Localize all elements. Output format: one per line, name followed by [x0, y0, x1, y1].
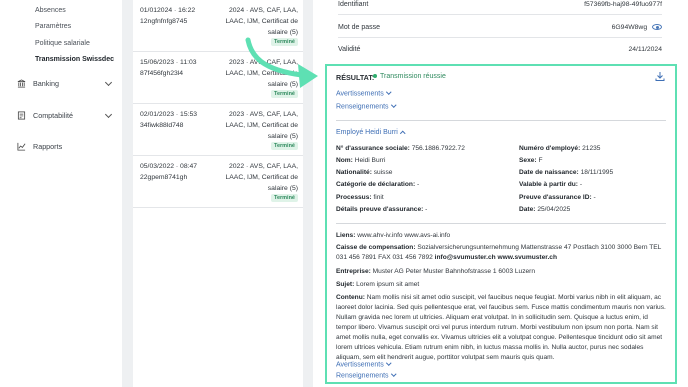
identifiant-value: f57369fb-haj98-49fuo977f — [584, 1, 662, 8]
field-processus: Processus: finit — [336, 194, 384, 201]
list-item-description: 2022 · AVS, CAF, LAA, LAAC, IJM, Certifi… — [225, 163, 298, 192]
status-badge: Terminé — [271, 142, 298, 150]
status-badge: Terminé — [271, 194, 298, 202]
list-item-id: 12ngfnfnfg8745 — [140, 18, 188, 25]
status-dot-icon — [373, 74, 377, 79]
field-categorie: Catégorie de déclaration: - — [336, 181, 420, 188]
sidebar-item-politique-salariale[interactable]: Politique salariale — [35, 40, 90, 47]
warnings-label: Avertissements — [336, 90, 384, 98]
divider — [336, 120, 666, 121]
validity-value: 24/11/2024 — [628, 46, 662, 53]
sujet-row: Sujet: Lorem ipsum sit amet — [336, 281, 420, 288]
ledger-icon — [17, 111, 26, 120]
divider — [338, 14, 662, 15]
result-status: Transmission réussie — [373, 73, 446, 80]
eye-icon[interactable] — [652, 24, 662, 31]
validity-label: Validité — [338, 46, 361, 53]
annotation-arrow-icon — [245, 37, 318, 88]
sidebar-item-label: Comptabilité — [33, 111, 73, 120]
entreprise-row: Entreprise: Muster AG Peter Muster Bahnh… — [336, 268, 536, 275]
download-icon[interactable] — [655, 71, 665, 82]
field-sexe: Sexe: F — [519, 157, 543, 164]
warnings-toggle[interactable]: Avertissements — [336, 89, 391, 98]
sidebar-item-banking[interactable]: Banking — [17, 78, 113, 88]
field-nom: Nom: Heidi Burri — [336, 157, 386, 164]
sidebar-item-transmission-swissdec[interactable]: Transmission Swissdec — [35, 56, 114, 63]
chevron-down-icon — [386, 360, 391, 366]
list-item-date: 05/03/2022 · 08:47 — [140, 163, 198, 170]
info-toggle[interactable]: Renseignements — [336, 102, 396, 111]
sidebar-item-label: Rapports — [33, 142, 63, 151]
result-title: RÉSULTAT: — [336, 73, 375, 82]
employee-label: Employé Heidi Burri — [336, 129, 398, 136]
identifiant-label: Identifiant — [338, 1, 369, 8]
field-birthdate: Date de naissance: 18/11/1995 — [519, 169, 614, 176]
sidebar-item-parametres[interactable]: Paramètres — [35, 23, 71, 30]
warnings-toggle-bottom[interactable]: Avertissements — [336, 360, 391, 369]
caisse-contact-links[interactable]: info@svumuster.ch www.svumuster.ch — [435, 254, 557, 261]
field-details: Détails preuve d'assurance: - — [336, 206, 428, 213]
result-box: RÉSULTAT: Transmission réussie Avertisse… — [325, 64, 677, 384]
sidebar-item-absences[interactable]: Absences — [35, 7, 66, 14]
contenu-block: Contenu: Nam mollis nisi sit amet odio s… — [336, 294, 666, 361]
warnings-label: Avertissements — [336, 361, 384, 369]
field-avs: N° d'assurance sociale: 756.1886.7922.72 — [336, 145, 465, 152]
list-item-date: 01/012024 · 16:22 — [140, 7, 196, 14]
field-employee-number: Numéro d'employé: 21235 — [519, 145, 601, 152]
result-status-text: Transmission réussie — [380, 73, 446, 80]
chevron-down-icon — [390, 371, 396, 377]
chevron-down-icon — [386, 89, 391, 95]
chevron-down-icon[interactable] — [104, 78, 113, 86]
info-toggle-bottom[interactable]: Renseignements — [336, 371, 396, 380]
list-item-id: 87f456fgh23l4 — [140, 70, 184, 77]
caisse-block: Caisse de compensation: Sozialversicheru… — [336, 244, 662, 261]
sidebar-item-label: Banking — [33, 79, 59, 88]
list-item-description: 2024 · AVS, CAF, LAA, LAAC, IJM, Certifi… — [225, 7, 298, 36]
password-value: 6G94W8wg — [611, 24, 648, 31]
divider — [338, 37, 662, 38]
list-item-id: 22gpem8741gh — [140, 174, 188, 181]
info-label: Renseignements — [336, 372, 389, 380]
chart-icon — [17, 142, 26, 151]
password-field: 6G94W8wg — [612, 24, 662, 31]
field-proof-id: Preuve d'assurance ID: - — [519, 194, 596, 201]
password-label: Mot de passe — [338, 24, 381, 31]
list-item-date: 15/06/2023 · 11:03 — [140, 59, 197, 66]
employee-toggle[interactable]: Employé Heidi Burri — [336, 129, 406, 136]
list-item-id: 34fiwk88ld748 — [140, 122, 184, 129]
field-valid-from: Valable à partir du: - — [519, 181, 583, 188]
sidebar-item-rapports[interactable]: Rapports — [17, 142, 111, 151]
links-row: Liens: www.ahv-iv.info www.avs-ai.info — [336, 232, 451, 239]
chevron-up-icon — [400, 130, 406, 136]
info-label: Renseignements — [336, 103, 389, 111]
field-nationalite: Nationalité: suisse — [336, 169, 393, 176]
list-item-date: 02/01/2023 · 15:53 — [140, 111, 198, 118]
list-item-description: 2023 · AVS, CAF, LAA, LAAC, IJM, Certifi… — [225, 111, 298, 140]
list-item[interactable]: 05/03/2022 · 08:47 22gpem8741gh 2022 · A… — [133, 156, 303, 208]
chevron-down-icon[interactable] — [104, 110, 113, 118]
list-item[interactable]: 02/01/2023 · 15:53 34fiwk88ld748 2023 · … — [133, 104, 303, 156]
chevron-down-icon — [390, 102, 396, 108]
links-value[interactable]: www.ahv-iv.info www.avs-ai.info — [357, 232, 450, 239]
field-date: Date: 25/04/2025 — [519, 206, 571, 213]
divider — [336, 223, 666, 224]
sidebar: Absences Paramètres Politique salariale … — [0, 0, 122, 387]
sidebar-item-comptabilite[interactable]: Comptabilité — [17, 110, 113, 120]
bank-icon — [17, 79, 26, 88]
